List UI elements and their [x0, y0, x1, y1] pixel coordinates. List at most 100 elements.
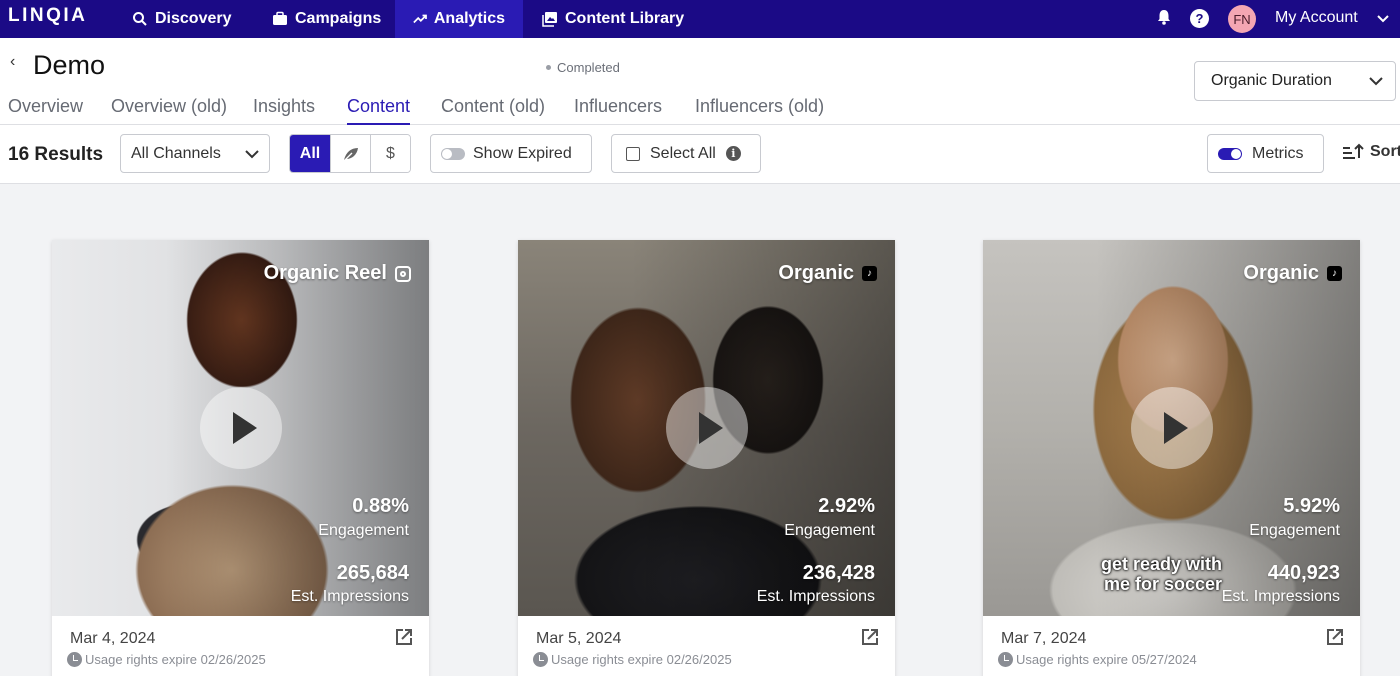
content-card[interactable]: Organic Reel 0.88% Engagement 265,684 Es… — [52, 240, 429, 676]
content-card[interactable]: Organic ♪ 2.92% Engagement 236,428 Est. … — [518, 240, 895, 676]
nav-content-library[interactable]: Content Library — [524, 0, 702, 38]
filter-all-button[interactable]: All — [290, 135, 330, 172]
duration-select-value: Organic Duration — [1211, 72, 1332, 89]
post-type-text: Organic — [1243, 262, 1319, 284]
nav-discovery[interactable]: Discovery — [114, 0, 250, 38]
caption-line: me for soccer — [1103, 574, 1223, 594]
status-dot-icon — [546, 65, 551, 70]
content-card[interactable]: Organic ♪ get ready with me for soccer 5… — [983, 240, 1360, 676]
clock-icon — [998, 652, 1013, 667]
image-library-icon — [542, 12, 557, 27]
post-date: Mar 5, 2024 — [536, 630, 622, 647]
nav-analytics[interactable]: Analytics — [395, 0, 523, 38]
external-link-icon[interactable] — [861, 628, 879, 646]
impressions-value: 440,923 — [1267, 562, 1340, 584]
impressions-label: Est. Impressions — [1221, 588, 1340, 605]
post-type-text: Organic Reel — [263, 262, 387, 284]
checkbox-icon — [626, 146, 640, 161]
usage-rights: Usage rights expire 02/26/2025 — [67, 652, 266, 667]
nav-discovery-label: Discovery — [155, 10, 232, 27]
linqia-logo[interactable]: LINQIA — [8, 5, 87, 27]
clock-icon — [67, 652, 82, 667]
tab-content-old[interactable]: Content (old) — [441, 96, 545, 117]
filter-organic-button[interactable] — [330, 135, 370, 172]
impressions-value: 236,428 — [802, 562, 875, 584]
sort-icon — [1343, 143, 1364, 159]
toggle-switch-icon — [1218, 147, 1242, 160]
back-chevron-icon[interactable]: ‹ — [10, 53, 15, 71]
avatar[interactable]: FN — [1228, 5, 1256, 33]
engagement-value: 0.88% — [352, 495, 409, 517]
briefcase-icon — [273, 11, 287, 25]
nav-analytics-label: Analytics — [433, 10, 505, 27]
engagement-label: Engagement — [1249, 522, 1340, 539]
toggle-switch-icon — [441, 147, 465, 160]
page-title: Demo — [33, 50, 106, 80]
video-thumbnail[interactable]: Organic ♪ get ready with me for soccer 5… — [983, 240, 1360, 616]
campaign-header: ‹ Demo Completed Organic Duration Overvi… — [0, 38, 1400, 125]
results-count: 16 Results — [8, 144, 104, 165]
content-toolbar: 16 Results All Channels All $ Show Expir… — [0, 125, 1400, 184]
search-icon — [133, 12, 147, 26]
impressions-label: Est. Impressions — [290, 588, 409, 605]
usage-rights: Usage rights expire 02/26/2025 — [533, 652, 732, 667]
tab-influencers[interactable]: Influencers — [574, 96, 662, 117]
video-thumbnail[interactable]: Organic Reel 0.88% Engagement 265,684 Es… — [52, 240, 429, 616]
help-icon[interactable]: ? — [1190, 9, 1209, 28]
engagement-label: Engagement — [784, 522, 875, 539]
video-caption-overlay: get ready with me for soccer — [1101, 554, 1222, 594]
tiktok-icon: ♪ — [1327, 266, 1342, 281]
engagement-value: 5.92% — [1283, 495, 1340, 517]
post-type-label: Organic ♪ — [778, 262, 877, 285]
tab-insights[interactable]: Insights — [253, 96, 315, 117]
info-icon[interactable]: i — [725, 146, 741, 161]
top-navigation-bar: LINQIA Discovery Campaigns Analytics Con… — [0, 0, 1400, 38]
metrics-label: Metrics — [1252, 144, 1304, 162]
status-text: Completed — [557, 60, 620, 75]
select-all-label: Select All — [650, 144, 716, 162]
metrics-toggle[interactable]: Metrics — [1207, 134, 1324, 173]
channel-select[interactable]: All Channels — [120, 134, 270, 173]
video-thumbnail[interactable]: Organic ♪ 2.92% Engagement 236,428 Est. … — [518, 240, 895, 616]
select-all-button[interactable]: Select All i — [611, 134, 761, 173]
play-button-icon[interactable] — [200, 387, 282, 469]
sort-label: Sort — [1370, 143, 1400, 160]
external-link-icon[interactable] — [1326, 628, 1344, 646]
nav-content-library-label: Content Library — [565, 10, 685, 27]
show-expired-toggle[interactable]: Show Expired — [430, 134, 592, 173]
status-indicator: Completed — [546, 60, 620, 75]
usage-rights: Usage rights expire 05/27/2024 — [998, 652, 1197, 667]
channel-select-value: All Channels — [131, 144, 221, 162]
clock-icon — [533, 652, 548, 667]
duration-select[interactable]: Organic Duration — [1194, 61, 1396, 101]
post-date: Mar 4, 2024 — [70, 630, 156, 647]
sort-button[interactable]: Sort — [1342, 143, 1400, 161]
my-account-menu[interactable]: My Account — [1275, 9, 1358, 27]
play-button-icon[interactable] — [1131, 387, 1213, 469]
trending-up-icon — [413, 14, 427, 24]
nav-campaigns[interactable]: Campaigns — [254, 0, 399, 38]
show-expired-label: Show Expired — [473, 144, 572, 162]
tab-overview[interactable]: Overview — [8, 96, 83, 117]
external-link-icon[interactable] — [395, 628, 413, 646]
engagement-value: 2.92% — [818, 495, 875, 517]
engagement-label: Engagement — [318, 522, 409, 539]
post-type-text: Organic — [778, 262, 854, 284]
leaf-icon — [343, 147, 358, 161]
post-type-label: Organic Reel — [264, 262, 411, 285]
play-button-icon[interactable] — [666, 387, 748, 469]
chevron-down-icon — [245, 150, 259, 159]
nav-campaigns-label: Campaigns — [295, 10, 382, 27]
usage-rights-text: Usage rights expire 02/26/2025 — [85, 652, 266, 667]
tab-influencers-old[interactable]: Influencers (old) — [695, 96, 824, 117]
impressions-label: Est. Impressions — [756, 588, 875, 605]
filter-paid-button[interactable]: $ — [370, 135, 410, 172]
tab-content[interactable]: Content — [347, 96, 411, 125]
usage-rights-text: Usage rights expire 05/27/2024 — [1016, 652, 1197, 667]
tab-overview-old[interactable]: Overview (old) — [111, 96, 227, 117]
post-type-label: Organic ♪ — [1243, 262, 1342, 285]
instagram-icon — [395, 265, 411, 282]
bell-icon[interactable] — [1155, 8, 1173, 26]
tiktok-icon: ♪ — [862, 266, 877, 281]
chevron-down-icon[interactable] — [1376, 12, 1390, 26]
